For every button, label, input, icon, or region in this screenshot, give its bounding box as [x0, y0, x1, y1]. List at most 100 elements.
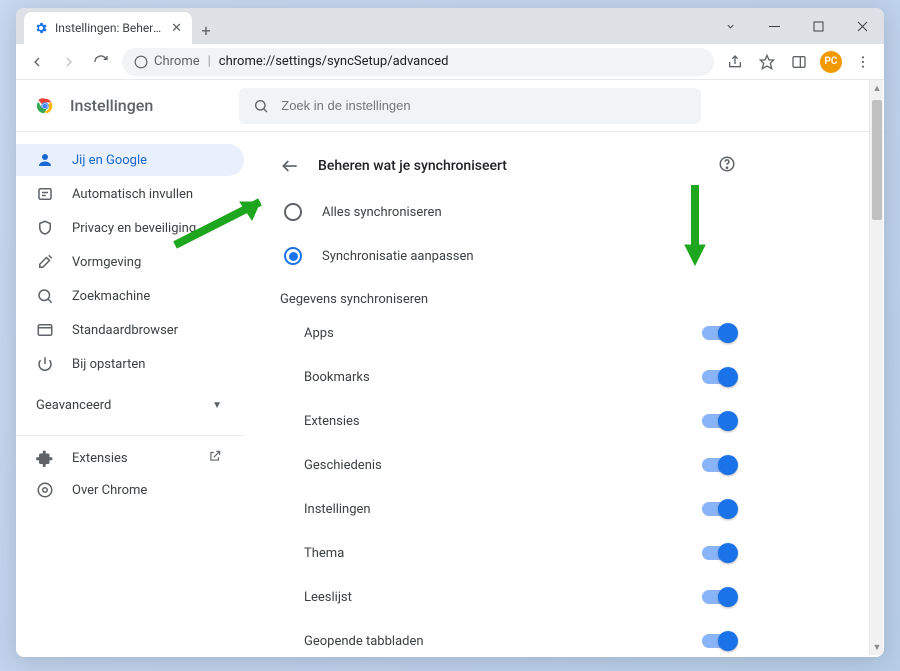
tab-close-icon[interactable]: ✕: [171, 21, 182, 36]
profile-avatar[interactable]: PC: [816, 47, 846, 77]
sync-data-section-title: Gegevens synchroniseren: [280, 292, 736, 307]
browser-tab[interactable]: Instellingen: Beheren wat je syn… ✕: [24, 12, 192, 44]
sidebar-item-privacy[interactable]: Privacy en beveiliging: [16, 212, 244, 244]
site-info-icon[interactable]: Chrome: [134, 54, 200, 69]
chrome-icon: [36, 481, 54, 499]
toggle-theme: Thema: [280, 531, 736, 575]
omnibox-path: chrome://settings/syncSetup/advanced: [219, 54, 449, 69]
toggle-switch[interactable]: [702, 370, 736, 384]
app-title: Instellingen: [70, 96, 153, 115]
titlebar: Instellingen: Beheren wat je syn… ✕ +: [16, 8, 884, 44]
sidebar-item-about[interactable]: Over Chrome: [16, 474, 244, 506]
chevron-down-icon[interactable]: [708, 8, 752, 44]
paint-icon: [36, 253, 54, 271]
tab-title: Instellingen: Beheren wat je syn…: [55, 21, 164, 35]
bookmark-icon[interactable]: [752, 47, 782, 77]
maximize-button[interactable]: [796, 8, 840, 44]
new-tab-button[interactable]: +: [192, 16, 220, 44]
autofill-icon: [36, 185, 54, 203]
toggle-switch[interactable]: [702, 634, 736, 648]
toggle-switch[interactable]: [702, 458, 736, 472]
page-back-button[interactable]: [280, 156, 300, 176]
toggle-extensions: Extensies: [280, 399, 736, 443]
share-icon[interactable]: [720, 47, 750, 77]
address-bar[interactable]: Chrome | chrome://settings/syncSetup/adv…: [122, 48, 714, 76]
forward-button[interactable]: [54, 47, 84, 77]
toggle-label: Extensies: [304, 414, 702, 429]
page-title: Beheren wat je synchroniseert: [318, 158, 700, 174]
toggle-settings: Instellingen: [280, 487, 736, 531]
sidebar-item-on-startup[interactable]: Bij opstarten: [16, 348, 244, 380]
toggle-label: Leeslijst: [304, 590, 702, 605]
person-icon: [36, 151, 54, 169]
sidebar-item-you-and-google[interactable]: Jij en Google: [16, 144, 244, 176]
radio-icon: [284, 203, 302, 221]
scroll-up-icon[interactable]: ▲: [870, 80, 884, 96]
sidebar-advanced-toggle[interactable]: Geavanceerd ▼: [16, 382, 244, 429]
sidebar-item-label: Jij en Google: [72, 153, 147, 168]
toggle-open-tabs: Geopende tabbladen: [280, 619, 736, 657]
toggle-switch[interactable]: [702, 502, 736, 516]
sidebar-item-label: Vormgeving: [72, 255, 141, 270]
toggle-label: Geopende tabbladen: [304, 634, 702, 649]
radio-customize-sync[interactable]: Synchronisatie aanpassen: [280, 234, 736, 278]
sidebar-advanced-label: Geavanceerd: [36, 398, 111, 413]
toggle-reading-list: Leeslijst: [280, 575, 736, 619]
help-icon[interactable]: [718, 155, 736, 177]
power-icon: [36, 355, 54, 373]
reload-button[interactable]: [86, 47, 116, 77]
sidebar-item-label: Standaardbrowser: [72, 323, 178, 338]
show-sidepanel-icon[interactable]: [784, 47, 814, 77]
scrollbar-thumb[interactable]: [872, 100, 882, 220]
toggle-switch[interactable]: [702, 546, 736, 560]
chevron-down-icon: ▼: [212, 400, 222, 411]
sidebar-item-label: Bij opstarten: [72, 357, 145, 372]
toggle-bookmarks: Bookmarks: [280, 355, 736, 399]
sidebar-item-autofill[interactable]: Automatisch invullen: [16, 178, 244, 210]
external-link-icon: [208, 449, 222, 467]
divider: [16, 435, 244, 436]
back-button[interactable]: [22, 47, 52, 77]
scrollbar[interactable]: ▲ ▼: [869, 80, 883, 655]
toggle-apps: Apps: [280, 311, 736, 355]
radio-icon: [284, 247, 302, 265]
sidebar-item-search-engine[interactable]: Zoekmachine: [16, 280, 244, 312]
omnibox-host: Chrome: [154, 54, 200, 69]
radio-label: Synchronisatie aanpassen: [322, 249, 474, 264]
shield-icon: [36, 219, 54, 237]
search-icon: [36, 287, 54, 305]
puzzle-icon: [36, 449, 54, 467]
toggle-label: Geschiedenis: [304, 458, 702, 473]
toggle-switch[interactable]: [702, 590, 736, 604]
browser-icon: [36, 321, 54, 339]
toggle-history: Geschiedenis: [280, 443, 736, 487]
kebab-menu-icon[interactable]: [848, 47, 878, 77]
main-content: Beheren wat je synchroniseert Alles sync…: [252, 132, 884, 657]
toggle-label: Apps: [304, 326, 702, 341]
sidebar: Jij en Google Automatisch invullen Priva…: [16, 132, 252, 657]
toggle-label: Instellingen: [304, 502, 702, 517]
gear-icon: [34, 21, 48, 35]
close-button[interactable]: [840, 8, 884, 44]
toolbar: Chrome | chrome://settings/syncSetup/adv…: [16, 44, 884, 80]
search-icon: [253, 98, 269, 114]
minimize-button[interactable]: [752, 8, 796, 44]
radio-label: Alles synchroniseren: [322, 205, 442, 220]
sidebar-item-label: Extensies: [72, 451, 128, 466]
sidebar-item-label: Over Chrome: [72, 483, 147, 498]
sidebar-item-label: Privacy en beveiliging: [72, 221, 196, 236]
toggle-switch[interactable]: [702, 326, 736, 340]
chrome-logo-icon: [34, 95, 56, 117]
toggle-label: Thema: [304, 546, 702, 561]
toggle-switch[interactable]: [702, 414, 736, 428]
toggle-label: Bookmarks: [304, 370, 702, 385]
scroll-down-icon[interactable]: ▼: [870, 639, 884, 655]
sidebar-item-appearance[interactable]: Vormgeving: [16, 246, 244, 278]
settings-search[interactable]: [239, 88, 701, 124]
radio-sync-everything[interactable]: Alles synchroniseren: [280, 190, 736, 234]
sidebar-item-label: Automatisch invullen: [72, 187, 193, 202]
sidebar-item-default-browser[interactable]: Standaardbrowser: [16, 314, 244, 346]
settings-search-input[interactable]: [281, 98, 687, 113]
settings-header: Instellingen: [16, 80, 884, 132]
sidebar-item-extensions[interactable]: Extensies: [16, 442, 244, 474]
